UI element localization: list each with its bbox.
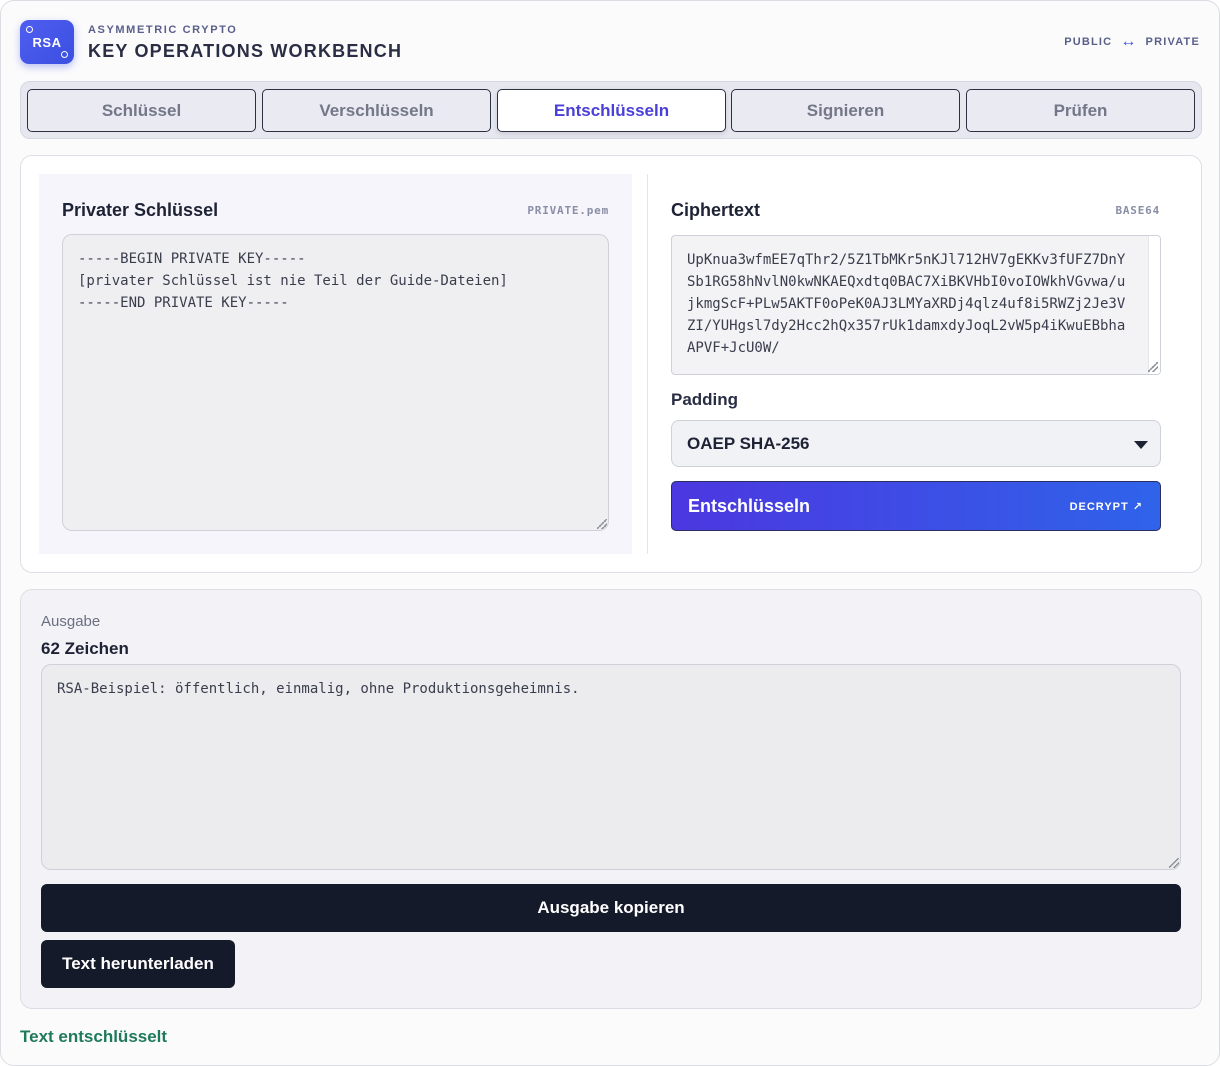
private-key-title: Privater Schlüssel	[62, 200, 219, 220]
app-title: KEY OPERATIONS WORKBENCH	[88, 41, 403, 61]
ciphertext-value[interactable]: UpKnua3wfmEE7qThr2/5Z1TbMKr5nKJl712HV7gE…	[672, 236, 1148, 374]
tab-bar: Schlüssel Verschlüsseln Entschlüsseln Si…	[20, 81, 1202, 139]
padding-label: Padding	[671, 390, 739, 409]
app-window: RSA ASYMMETRIC CRYPTO KEY OPERATIONS WOR…	[0, 0, 1220, 1066]
logo-dot-icon	[61, 51, 68, 58]
padding-select[interactable]: OAEP SHA-256	[671, 420, 1161, 467]
tab-pruefen[interactable]: Prüfen	[966, 89, 1195, 132]
private-key-pane: Privater Schlüssel PRIVATE.pem -----BEGI…	[39, 174, 632, 554]
output-card: Ausgabe 62 Zeichen RSA-Beispiel: öffentl…	[20, 589, 1202, 1009]
tab-verschluesseln[interactable]: Verschlüsseln	[262, 89, 491, 132]
tab-entschluesseln[interactable]: Entschlüsseln	[497, 89, 726, 132]
ciphertext-input[interactable]: UpKnua3wfmEE7qThr2/5Z1TbMKr5nKJl712HV7gE…	[671, 235, 1161, 375]
resize-grip-icon[interactable]	[597, 519, 607, 529]
ciphertext-scrollbar[interactable]	[1148, 236, 1160, 374]
app-eyebrow: ASYMMETRIC CRYPTO	[88, 24, 238, 36]
padding-selected-value: OAEP SHA-256	[687, 433, 810, 453]
status-message: Text entschlüsselt	[20, 1027, 168, 1046]
decrypt-button[interactable]: Entschlüsseln DECRYPT ↗	[671, 481, 1161, 531]
copy-output-button[interactable]: Ausgabe kopieren	[41, 884, 1181, 932]
decrypt-button-label: Entschlüsseln	[688, 496, 811, 516]
resize-grip-icon[interactable]	[1148, 362, 1158, 372]
decrypt-card: Privater Schlüssel PRIVATE.pem -----BEGI…	[20, 155, 1202, 573]
download-text-button[interactable]: Text herunterladen	[41, 940, 235, 988]
ciphertext-format-tag: BASE64	[1115, 204, 1160, 217]
output-char-count: 62 Zeichen	[41, 639, 129, 658]
ciphertext-title: Ciphertext	[671, 200, 761, 220]
output-label: Ausgabe	[41, 613, 101, 630]
tab-schluessel[interactable]: Schlüssel	[27, 89, 256, 132]
private-key-format-tag: PRIVATE.pem	[527, 204, 609, 217]
decrypt-button-tag: DECRYPT ↗	[1069, 501, 1143, 513]
badge-private: PRIVATE	[1145, 36, 1200, 48]
pane-divider	[647, 174, 648, 554]
rsa-logo: RSA	[20, 20, 74, 64]
logo-text: RSA	[32, 34, 62, 50]
double-arrow-icon: ↔	[1120, 33, 1138, 50]
chevron-down-icon	[1134, 441, 1148, 449]
badge-public: PUBLIC	[1064, 36, 1113, 48]
resize-grip-icon[interactable]	[1169, 858, 1179, 868]
output-field[interactable]: RSA-Beispiel: öffentlich, einmalig, ohne…	[41, 664, 1181, 870]
logo-dot-icon	[26, 26, 33, 33]
private-key-input[interactable]: -----BEGIN PRIVATE KEY----- [privater Sc…	[62, 234, 609, 531]
tab-signieren[interactable]: Signieren	[731, 89, 960, 132]
key-direction-badge: PUBLIC ↔ PRIVATE	[1064, 33, 1200, 50]
